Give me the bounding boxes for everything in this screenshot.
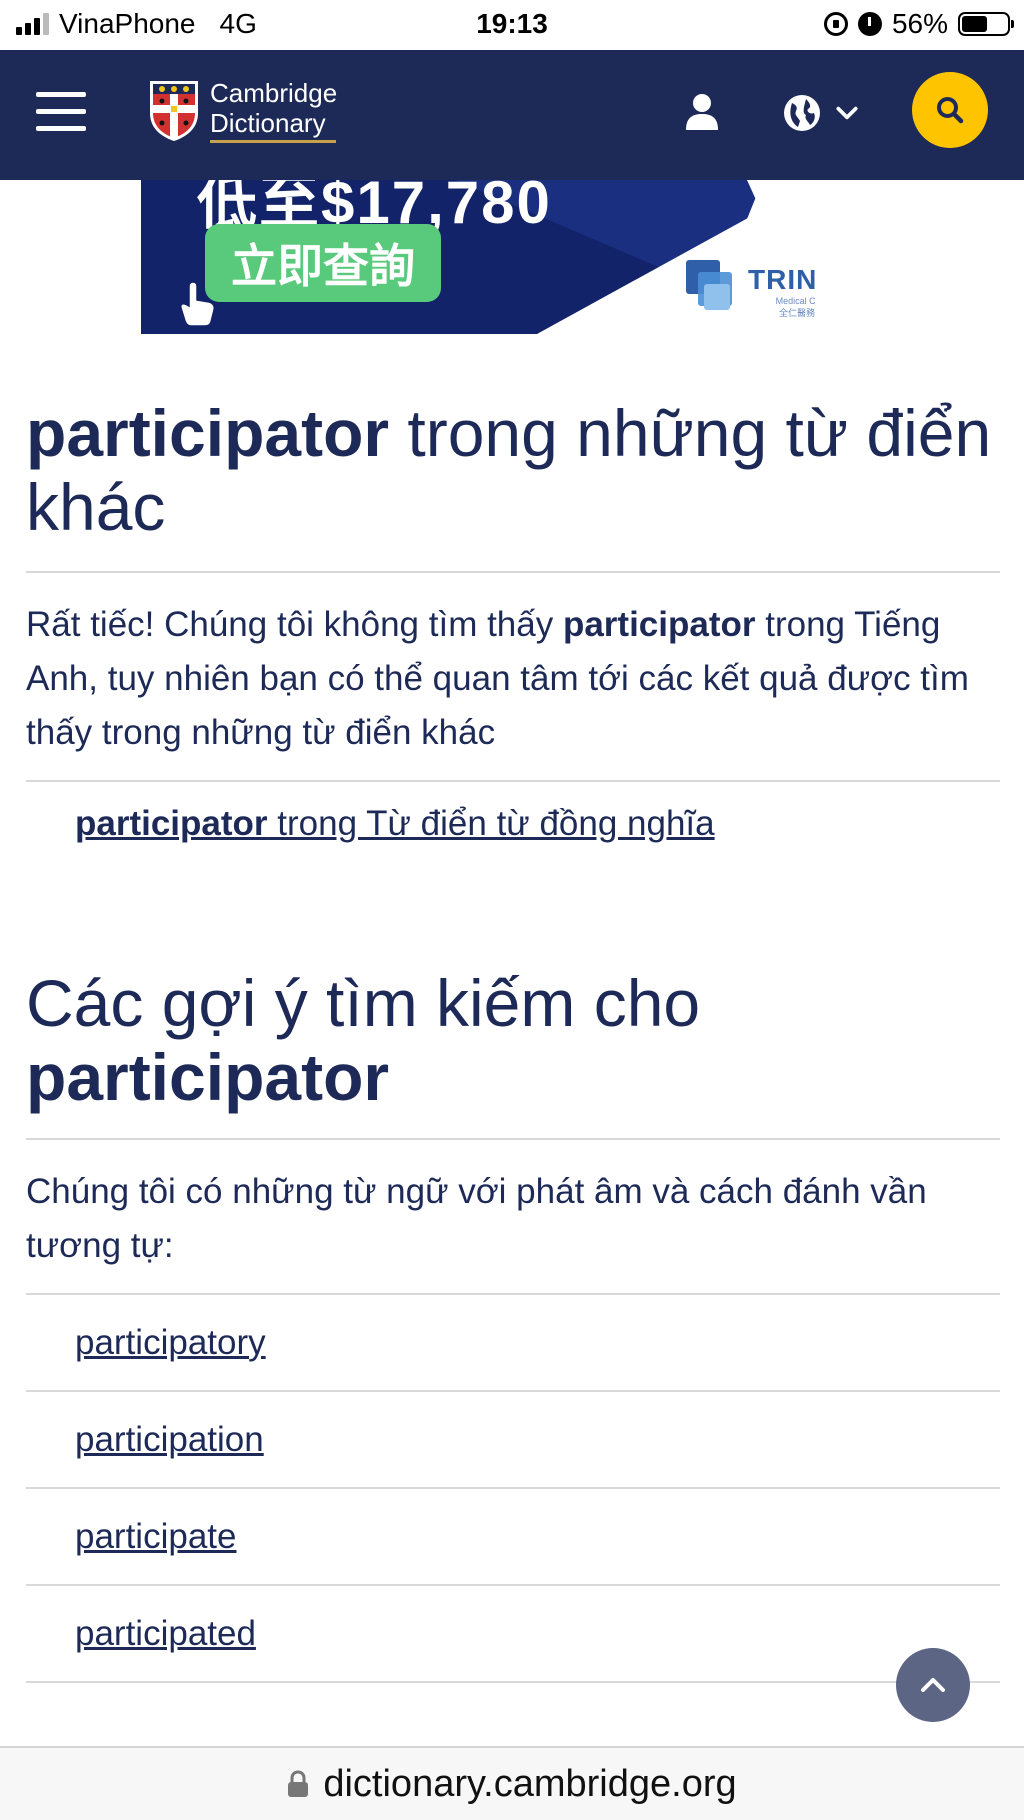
cambridge-shield-icon <box>150 80 198 141</box>
alarm-icon <box>857 12 882 36</box>
battery-percent: 56% <box>891 8 948 39</box>
rotation-lock-icon <box>823 12 848 36</box>
logo-line-dictionary: Dictionary <box>210 108 326 138</box>
search-button[interactable] <box>912 72 988 148</box>
trinity-sub-en: Medical Centre <box>775 296 815 306</box>
language-selector[interactable] <box>782 88 872 138</box>
suggestion-link[interactable]: participation <box>75 1420 264 1460</box>
suggestion-link[interactable]: participatory <box>75 1323 266 1363</box>
suggestion-link[interactable]: participate <box>75 1517 236 1557</box>
trinity-logo: TRINITY Medical Centre 全仁醫務中心 <box>686 260 815 319</box>
browser-url-bar[interactable]: dictionary.cambridge.org <box>0 1746 1024 1820</box>
trinity-squares-icon <box>686 260 742 316</box>
other-dictionaries-heading: participator trong những từ điển khác <box>26 396 1000 544</box>
message-pre: Rất tiếc! Chúng tôi không tìm thấy <box>26 605 563 644</box>
lock-icon <box>288 1770 309 1797</box>
thesaurus-link-row: participator trong Từ điển từ đồng nghĩa <box>26 782 1000 866</box>
main-content: participator trong những từ điển khác Rấ… <box>26 334 1000 1683</box>
list-item: participation <box>26 1392 1000 1489</box>
thesaurus-link[interactable]: participator trong Từ điển từ đồng nghĩa <box>75 804 715 844</box>
list-item: participate <box>26 1489 1000 1586</box>
pointing-hand-icon <box>180 281 215 327</box>
user-icon <box>686 94 718 130</box>
trinity-brand: TRINITY <box>748 264 815 295</box>
list-item: participatory <box>26 1295 1000 1392</box>
suggestions-intro: Chúng tôi có những từ ngữ với phát âm và… <box>26 1172 927 1265</box>
chevron-down-icon <box>836 106 858 120</box>
globe-icon <box>784 95 820 131</box>
suggestions-heading: Các gợi ý tìm kiếm cho participator <box>26 966 1000 1114</box>
thesaurus-link-rest: trong Từ điển từ đồng nghĩa <box>267 804 715 843</box>
suggestion-link[interactable]: participated <box>75 1614 256 1654</box>
heading-word: participator <box>26 396 390 470</box>
menu-icon[interactable] <box>36 92 86 132</box>
advertisement-banner[interactable]: 低至$17,780 立即查詢 TRINITY Medical Centre 全仁… <box>141 180 815 334</box>
suggestions-heading-pre: Các gợi ý tìm kiếm cho <box>26 966 701 1040</box>
not-found-message: Rất tiếc! Chúng tôi không tìm thấy parti… <box>26 598 1000 760</box>
divider <box>26 571 1000 573</box>
cambridge-logo[interactable]: Cambridge Dictionary <box>148 78 337 143</box>
logo-text: Cambridge Dictionary <box>210 78 337 143</box>
chevron-up-icon <box>921 1678 945 1692</box>
suggestions-list: participatory participation participate … <box>26 1295 1000 1683</box>
message-word: participator <box>562 605 756 644</box>
search-icon <box>937 97 964 124</box>
user-account-button[interactable] <box>680 90 724 134</box>
url-domain: dictionary.cambridge.org <box>323 1762 737 1805</box>
thesaurus-link-word: participator <box>75 804 268 843</box>
status-right: 56% <box>823 8 1014 40</box>
list-item: participated <box>26 1586 1000 1683</box>
scroll-to-top-button[interactable] <box>896 1648 970 1722</box>
battery-icon <box>958 12 1014 36</box>
status-bar: VinaPhone 4G 19:13 56% <box>0 0 1024 50</box>
trinity-sub-cn: 全仁醫務中心 <box>778 308 815 318</box>
divider <box>26 1138 1000 1140</box>
suggestions-heading-word: participator <box>26 1040 390 1114</box>
site-header: Cambridge Dictionary <box>0 50 1024 180</box>
ad-cta-button[interactable]: 立即查詢 <box>205 224 441 302</box>
logo-line-cambridge: Cambridge <box>210 78 338 108</box>
